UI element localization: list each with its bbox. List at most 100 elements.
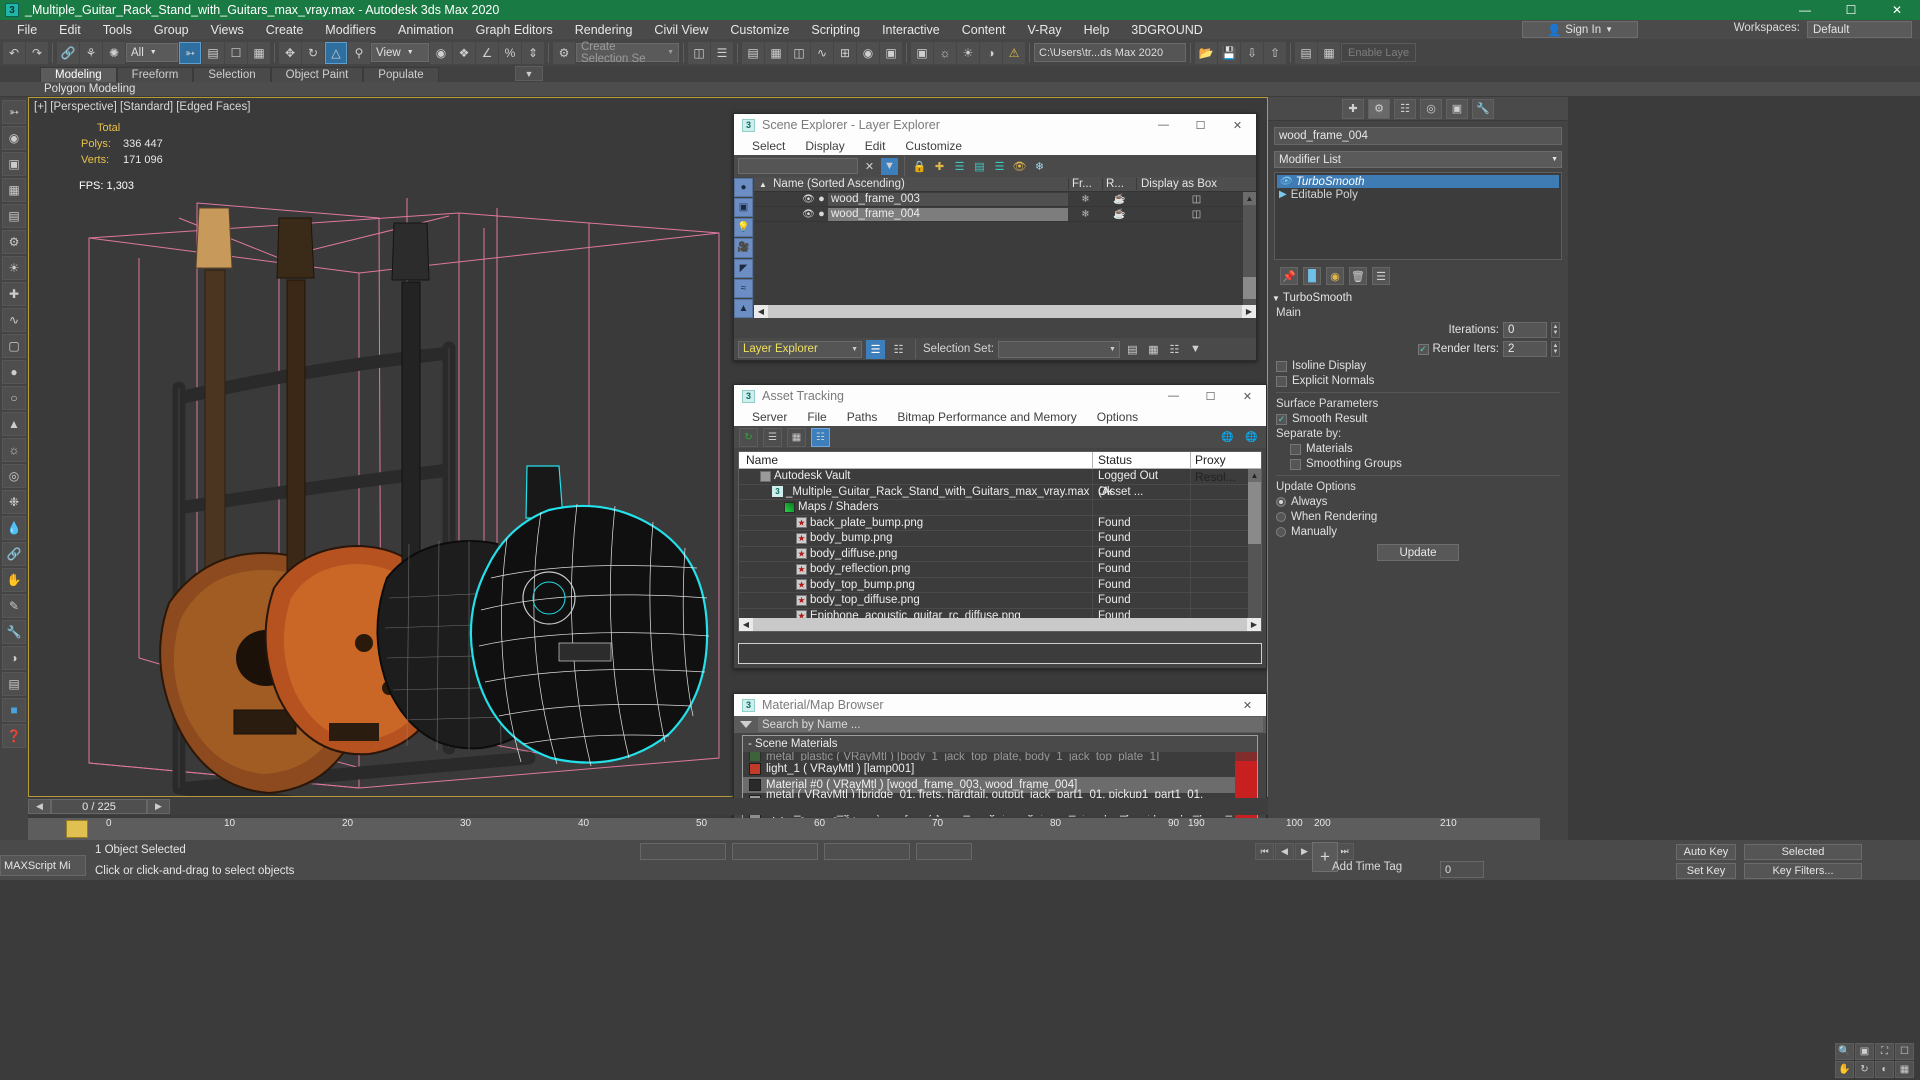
unlink-icon[interactable]: ⚘ bbox=[80, 41, 102, 64]
menu-item-views[interactable]: Views bbox=[200, 21, 255, 39]
column-name[interactable]: Name bbox=[739, 452, 1093, 469]
filter-groups-icon[interactable]: ▲ bbox=[734, 298, 753, 318]
maximize-button[interactable]: ☐ bbox=[1828, 0, 1874, 20]
asset-row[interactable]: body_reflection.png Found bbox=[739, 562, 1261, 578]
turbosmooth-rollout-header[interactable]: ▼ TurboSmooth bbox=[1272, 292, 1564, 304]
smoothing-groups-checkbox[interactable] bbox=[1290, 458, 1301, 470]
asset-row[interactable]: body_diffuse.png Found bbox=[739, 546, 1261, 562]
warning-icon[interactable]: ⚠ bbox=[1003, 41, 1025, 64]
select-by-name-icon[interactable]: ▤ bbox=[202, 41, 224, 64]
modifier-stack-item[interactable]: ▶ Editable Poly bbox=[1277, 188, 1559, 201]
asset-tracking-hscrollbar[interactable]: ◀ ▶ bbox=[739, 618, 1261, 631]
close-button[interactable]: ✕ bbox=[1229, 385, 1266, 407]
select-rotate-icon[interactable]: ↻ bbox=[302, 41, 324, 64]
gauge-icon[interactable]: ◑ bbox=[2, 646, 26, 670]
asset-row[interactable]: body_top_diffuse.png Found bbox=[739, 593, 1261, 609]
ribbon-tab-populate[interactable]: Populate bbox=[363, 67, 439, 82]
display-as-box-cell-icon[interactable]: ◫ bbox=[1136, 193, 1256, 205]
angle-snap-icon[interactable]: ∠ bbox=[476, 41, 498, 64]
asset-tracking-list[interactable]: Name Status Proxy Resol... Autodesk Vaul… bbox=[738, 451, 1262, 632]
orbit-icon[interactable]: ↻ bbox=[1855, 1061, 1874, 1078]
layers-stack-icon[interactable]: ☰ bbox=[991, 158, 1008, 175]
ribbon-tab-object-paint[interactable]: Object Paint bbox=[270, 67, 364, 82]
select-object-icon[interactable]: ➳ bbox=[179, 41, 201, 64]
x-coordinate-field[interactable] bbox=[640, 843, 726, 860]
prev-frame-button[interactable]: ◀ bbox=[28, 799, 51, 814]
explorer-mode-dropdown[interactable]: Layer Explorer ▼ bbox=[738, 340, 862, 358]
curve-editor-icon[interactable]: ∿ bbox=[811, 41, 833, 64]
render-iters-stepper[interactable]: ▲ ▼ bbox=[1551, 341, 1560, 357]
menu-item-rendering[interactable]: Rendering bbox=[564, 21, 644, 39]
close-button[interactable]: ✕ bbox=[1219, 114, 1256, 136]
zoom-icon[interactable]: 🔍 bbox=[1835, 1043, 1854, 1060]
sign-in-button[interactable]: 👤 Sign In ▼ bbox=[1522, 21, 1638, 38]
menu-item-help[interactable]: Help bbox=[1073, 21, 1121, 39]
motion-tab-icon[interactable]: ◎ bbox=[1420, 98, 1442, 119]
ribbon-options-icon[interactable]: ▼ bbox=[515, 66, 543, 81]
workspaces-dropdown[interactable]: Default bbox=[1807, 21, 1912, 38]
zoom-extents-icon[interactable]: ⛶ bbox=[1875, 1043, 1894, 1060]
hand-icon[interactable]: ✋ bbox=[2, 568, 26, 592]
remove-modifier-icon[interactable]: 🗑 bbox=[1349, 267, 1367, 285]
y-coordinate-field[interactable] bbox=[732, 843, 818, 860]
layer-props-icon[interactable]: ▦ bbox=[1318, 41, 1340, 64]
asset-tracking-vscrollbar[interactable]: ▲ ▼ bbox=[1248, 469, 1261, 631]
link-tool-icon[interactable]: 🔗 bbox=[2, 542, 26, 566]
ring-icon[interactable]: ◎ bbox=[2, 464, 26, 488]
renderable-cell-icon[interactable]: ☕ bbox=[1102, 193, 1136, 205]
explicit-normals-row[interactable]: Explicit Normals bbox=[1276, 375, 1560, 387]
clear-search-icon[interactable]: ✕ bbox=[861, 158, 878, 175]
create-selection-set-input[interactable]: Create Selection Se ▼ bbox=[576, 41, 679, 65]
modifier-list-dropdown[interactable]: Modifier List ▼ bbox=[1274, 151, 1562, 168]
previous-frame-icon[interactable]: ◀ bbox=[1275, 843, 1294, 860]
layer-color-dot-icon[interactable]: ● bbox=[815, 193, 828, 205]
asset-name-cell[interactable]: 3 _Multiple_Guitar_Rack_Stand_with_Guitar… bbox=[739, 484, 1093, 499]
asset-row[interactable]: Autodesk Vault Logged Out (Asset ... bbox=[739, 469, 1261, 498]
key-mode-dropdown[interactable]: Selected bbox=[1744, 844, 1862, 860]
render-iters-input[interactable]: 2 bbox=[1503, 341, 1547, 357]
scene-explorer-search-input[interactable] bbox=[738, 158, 858, 174]
frozen-cell-icon[interactable]: ❄ bbox=[1068, 193, 1102, 205]
filter-geometry-icon[interactable]: ▣ bbox=[734, 198, 753, 218]
vault-online-icon[interactable]: 🌐 bbox=[1218, 428, 1237, 447]
layer-color-dot-icon[interactable]: ● bbox=[815, 208, 828, 220]
select-region-icon[interactable]: ☐ bbox=[225, 41, 247, 64]
scene-explorer-hscrollbar[interactable]: ◀ ▶ bbox=[754, 305, 1256, 318]
spinner-snap-icon[interactable]: ⇕ bbox=[522, 41, 544, 64]
activeshade-icon[interactable]: ◑ bbox=[980, 41, 1002, 64]
filter-space-warps-icon[interactable]: ≈ bbox=[734, 278, 753, 298]
filter-lights-icon[interactable]: 💡 bbox=[734, 218, 753, 238]
geometry-icon[interactable]: ▢ bbox=[2, 334, 26, 358]
update-button[interactable]: Update bbox=[1377, 544, 1459, 561]
menu-item-file[interactable]: File bbox=[797, 409, 836, 425]
bind-space-warp-icon[interactable]: ✺ bbox=[103, 41, 125, 64]
ribbon-tab-selection[interactable]: Selection bbox=[193, 67, 271, 82]
helper-icon[interactable]: ✚ bbox=[2, 282, 26, 306]
grid-view-icon[interactable]: ☷ bbox=[811, 427, 830, 447]
asset-name-cell[interactable]: back_plate_bump.png bbox=[739, 515, 1093, 530]
menu-item-graph-editors[interactable]: Graph Editors bbox=[465, 21, 564, 39]
visibility-eye-icon[interactable]: 👁 bbox=[802, 209, 815, 220]
vault-offline-icon[interactable]: 🌐 bbox=[1242, 428, 1261, 447]
update-always-radio[interactable] bbox=[1276, 497, 1286, 507]
align-icon[interactable]: ☰ bbox=[711, 41, 733, 64]
asset-row[interactable]: back_plate_bump.png Found bbox=[739, 515, 1261, 531]
particles-icon[interactable]: ❉ bbox=[2, 490, 26, 514]
menu-item-paths[interactable]: Paths bbox=[837, 409, 888, 425]
current-frame-field[interactable]: 0 / 225 bbox=[51, 799, 147, 814]
ribbon-toggle-icon[interactable]: ◫ bbox=[788, 41, 810, 64]
column-display-as-box[interactable]: Display as Box bbox=[1136, 178, 1256, 190]
maximize-button[interactable]: ☐ bbox=[1192, 385, 1229, 407]
light-icon[interactable]: ☀ bbox=[2, 256, 26, 280]
minimize-button[interactable]: — bbox=[1155, 385, 1192, 407]
layer-name[interactable]: wood_frame_004 bbox=[828, 207, 1068, 221]
z-coordinate-field[interactable] bbox=[824, 843, 910, 860]
zoom-region-icon[interactable]: ☐ bbox=[1895, 1043, 1914, 1060]
filter-icon[interactable]: ▼ bbox=[881, 157, 898, 175]
reference-coordinate-dropdown[interactable]: View ▼ bbox=[371, 43, 429, 62]
display-as-box-cell-icon[interactable]: ◫ bbox=[1136, 208, 1256, 220]
layers-icon[interactable]: ▤ bbox=[1295, 41, 1317, 64]
render-production-icon[interactable]: ☼ bbox=[934, 41, 956, 64]
minimize-button[interactable]: — bbox=[1145, 114, 1182, 136]
column-render[interactable]: R... bbox=[1102, 178, 1136, 190]
